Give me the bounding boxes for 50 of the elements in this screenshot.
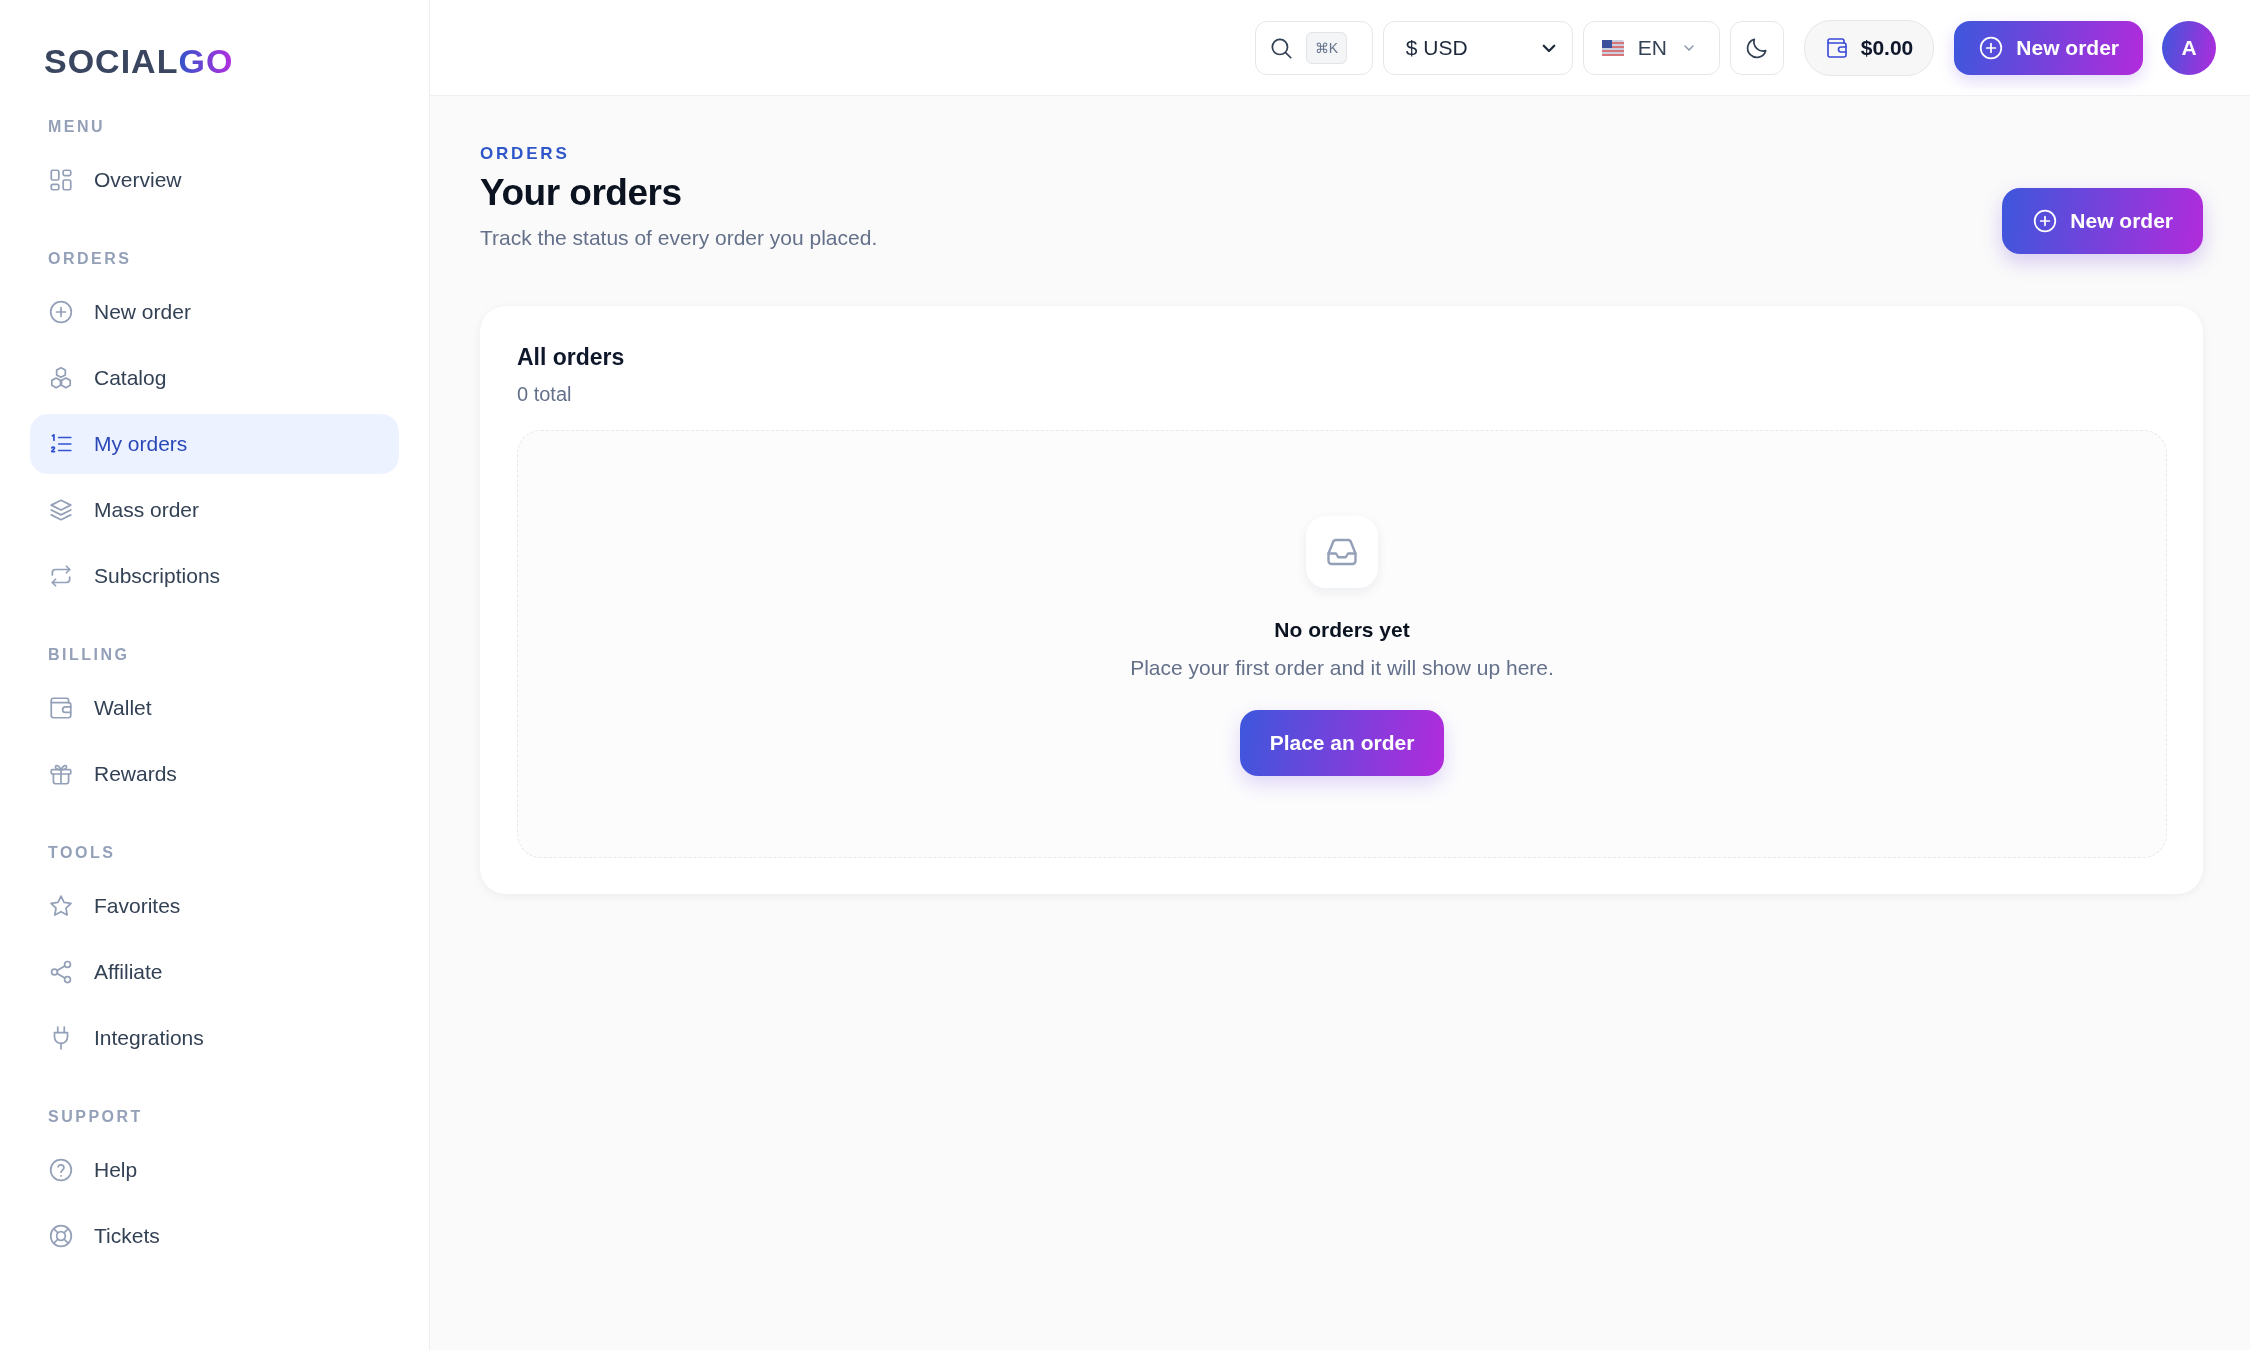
nav-item[interactable]: Affiliate bbox=[30, 942, 399, 1002]
new-order-button[interactable]: New order bbox=[1954, 20, 2143, 75]
star-icon bbox=[48, 893, 74, 919]
nav-item[interactable]: Overview bbox=[30, 150, 399, 210]
nav-item[interactable]: Catalog bbox=[30, 348, 399, 408]
page-title: Your orders bbox=[480, 172, 683, 214]
order-count: 0 total bbox=[517, 383, 572, 406]
currency-select[interactable]: $ USD bbox=[1382, 20, 1573, 75]
shortcut-key: ⌘K bbox=[1305, 31, 1348, 64]
plus-circle-icon bbox=[48, 299, 74, 325]
nav-item[interactable]: Help bbox=[30, 1140, 399, 1200]
nav-item[interactable]: New order bbox=[30, 282, 399, 342]
section-label: TOOLS bbox=[48, 844, 116, 862]
cubes-icon bbox=[48, 365, 74, 391]
empty-message: Place your first order and it will show up here. bbox=[1130, 656, 1554, 680]
section-label: MENU bbox=[48, 118, 106, 136]
share-icon bbox=[48, 959, 74, 985]
wallet-icon bbox=[48, 695, 74, 721]
empty-title: No orders yet bbox=[1274, 618, 1410, 642]
section-label: SUPPORT bbox=[48, 1108, 143, 1126]
plus-circle-icon bbox=[1978, 34, 2005, 61]
logo[interactable]: SOCIALGO bbox=[44, 44, 234, 78]
card-title: All orders bbox=[517, 344, 625, 371]
language-select[interactable]: EN bbox=[1582, 20, 1720, 75]
plus-circle-icon bbox=[2032, 208, 2059, 234]
new-order-button[interactable]: New order bbox=[2002, 188, 2203, 254]
nav-item[interactable]: Subscriptions bbox=[30, 546, 399, 606]
section-label: ORDERS bbox=[48, 250, 132, 268]
nav-item[interactable]: Mass order bbox=[30, 480, 399, 540]
flag-icon bbox=[1601, 39, 1624, 56]
lifebuoy-icon bbox=[48, 1223, 74, 1249]
page-subtitle: Track the status of every order you placed. bbox=[480, 226, 878, 250]
nav-item[interactable]: Integrations bbox=[30, 1008, 399, 1068]
place-order-button[interactable]: Place an order bbox=[1239, 710, 1445, 776]
page-eyebrow: ORDERS bbox=[480, 144, 570, 164]
grid-icon bbox=[48, 167, 74, 193]
wallet-icon bbox=[1824, 35, 1849, 60]
nav-item[interactable]: Wallet bbox=[30, 678, 399, 738]
nav-item[interactable]: Favorites bbox=[30, 876, 399, 936]
theme-toggle[interactable] bbox=[1729, 20, 1784, 75]
section-label: BILLING bbox=[48, 646, 130, 664]
help-icon bbox=[48, 1157, 74, 1183]
search-button[interactable]: ⌘K bbox=[1254, 20, 1373, 75]
avatar[interactable]: A bbox=[2162, 20, 2216, 75]
nav-item[interactable]: Rewards bbox=[30, 744, 399, 804]
wallet-balance[interactable]: $0.00 bbox=[1803, 19, 1935, 76]
nav-item[interactable]: Tickets bbox=[30, 1206, 399, 1266]
repeat-arrows-icon bbox=[48, 563, 74, 589]
nav-item[interactable]: My orders bbox=[30, 414, 399, 474]
layers-icon bbox=[48, 497, 74, 523]
